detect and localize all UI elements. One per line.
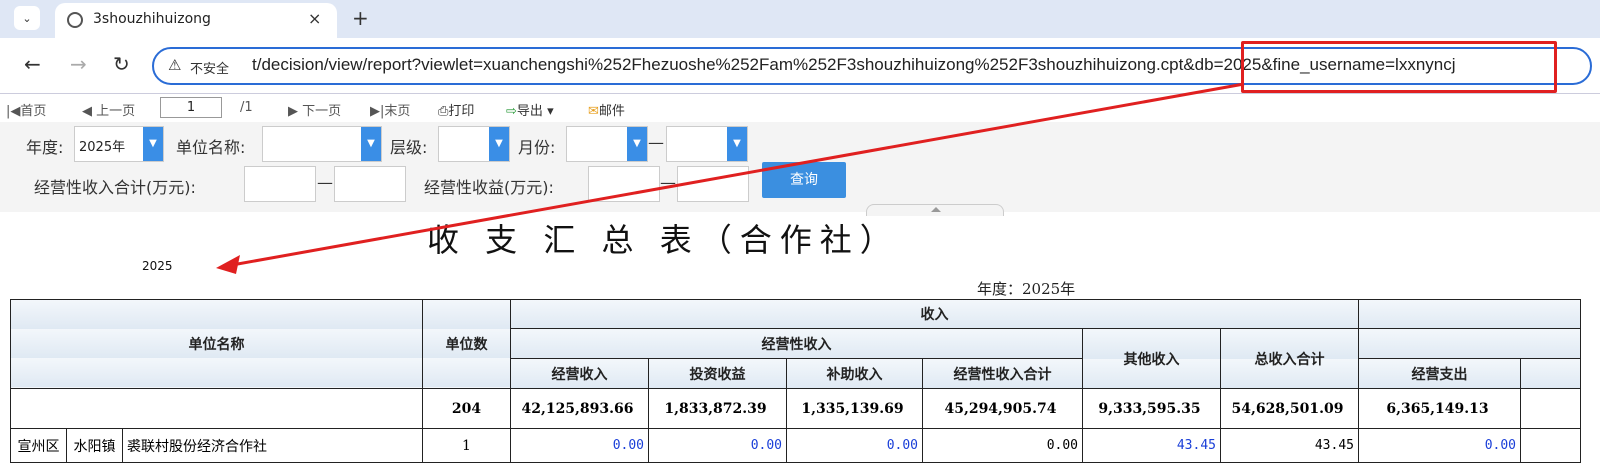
annotation-arrow xyxy=(216,82,1245,274)
arrow-line xyxy=(231,82,1245,267)
arrow-head xyxy=(216,255,240,274)
